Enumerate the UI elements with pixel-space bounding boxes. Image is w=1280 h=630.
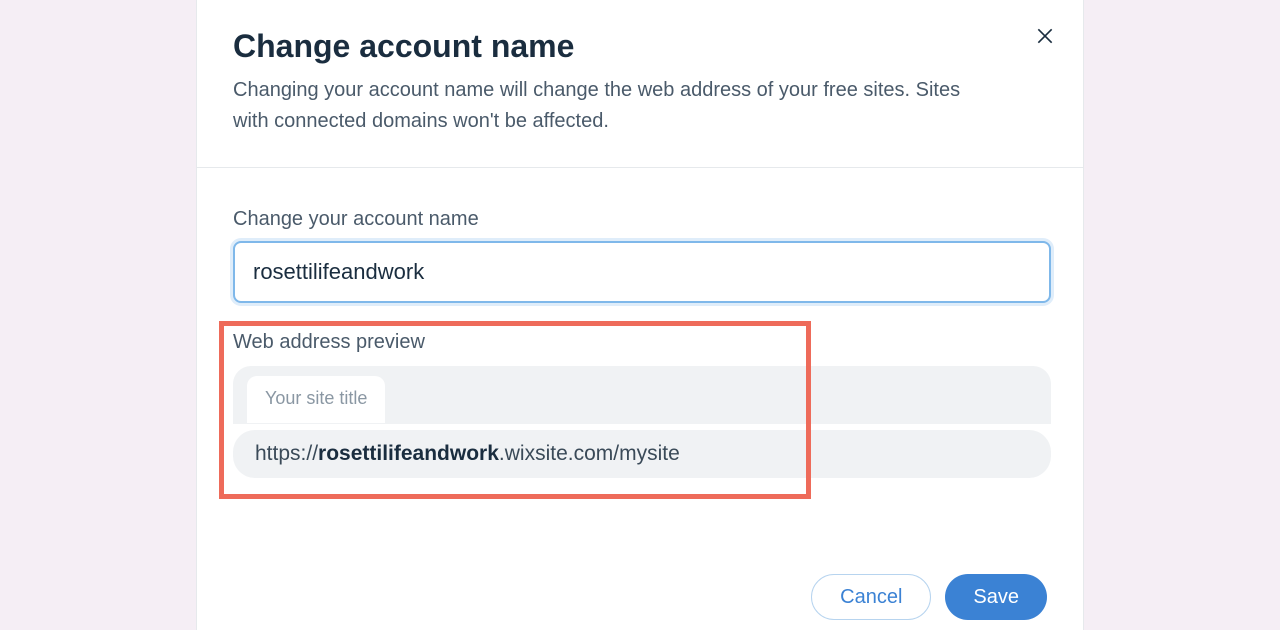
- preview-label: Web address preview: [233, 331, 1047, 354]
- modal-footer: Cancel Save: [811, 574, 1047, 620]
- save-button[interactable]: Save: [945, 574, 1047, 620]
- account-name-input[interactable]: [233, 241, 1051, 303]
- close-button[interactable]: [1031, 22, 1059, 50]
- modal-header: Change account name Changing your accoun…: [197, 0, 1083, 168]
- preview-stack: Your site title https://rosettilifeandwo…: [233, 366, 1051, 478]
- web-address-preview: Web address preview Your site title http…: [233, 331, 1047, 478]
- browser-tab-bar: Your site title: [233, 366, 1051, 424]
- browser-tab: Your site title: [247, 376, 385, 423]
- url-prefix: https://: [255, 442, 318, 465]
- modal-subtitle: Changing your account name will change t…: [233, 75, 993, 137]
- modal-title: Change account name: [233, 28, 1047, 65]
- url-suffix: .wixsite.com/mysite: [499, 442, 680, 465]
- modal-body: Change your account name Web address pre…: [197, 168, 1083, 478]
- url-account-name: rosettilifeandwork: [318, 442, 499, 465]
- browser-url-bar: https://rosettilifeandwork.wixsite.com/m…: [233, 430, 1051, 478]
- change-account-name-modal: Change account name Changing your accoun…: [196, 0, 1084, 630]
- close-icon: [1035, 26, 1055, 46]
- cancel-button[interactable]: Cancel: [811, 574, 931, 620]
- account-name-label: Change your account name: [233, 208, 1047, 231]
